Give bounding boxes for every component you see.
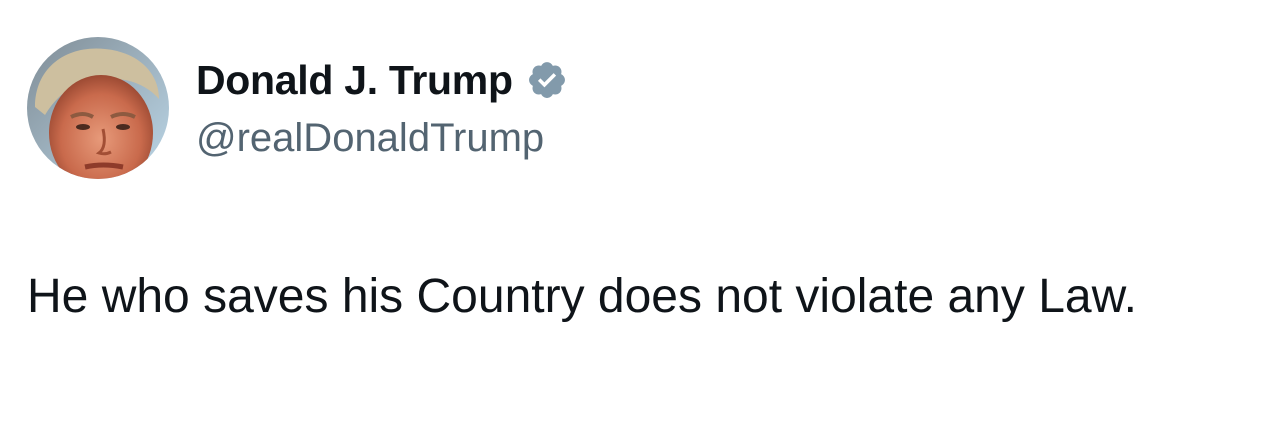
author-display-name[interactable]: Donald J. Trump <box>196 57 513 104</box>
avatar-photo <box>27 37 169 179</box>
tweet-card: Donald J. Trump @realDonaldTrump He who … <box>0 0 1284 447</box>
verified-badge-icon <box>526 59 568 101</box>
author-handle[interactable]: @realDonaldTrump <box>196 116 544 161</box>
avatar[interactable] <box>27 37 169 179</box>
tweet-text: He who saves his Country does not violat… <box>27 270 1137 323</box>
author-name-row: Donald J. Trump <box>196 52 568 108</box>
